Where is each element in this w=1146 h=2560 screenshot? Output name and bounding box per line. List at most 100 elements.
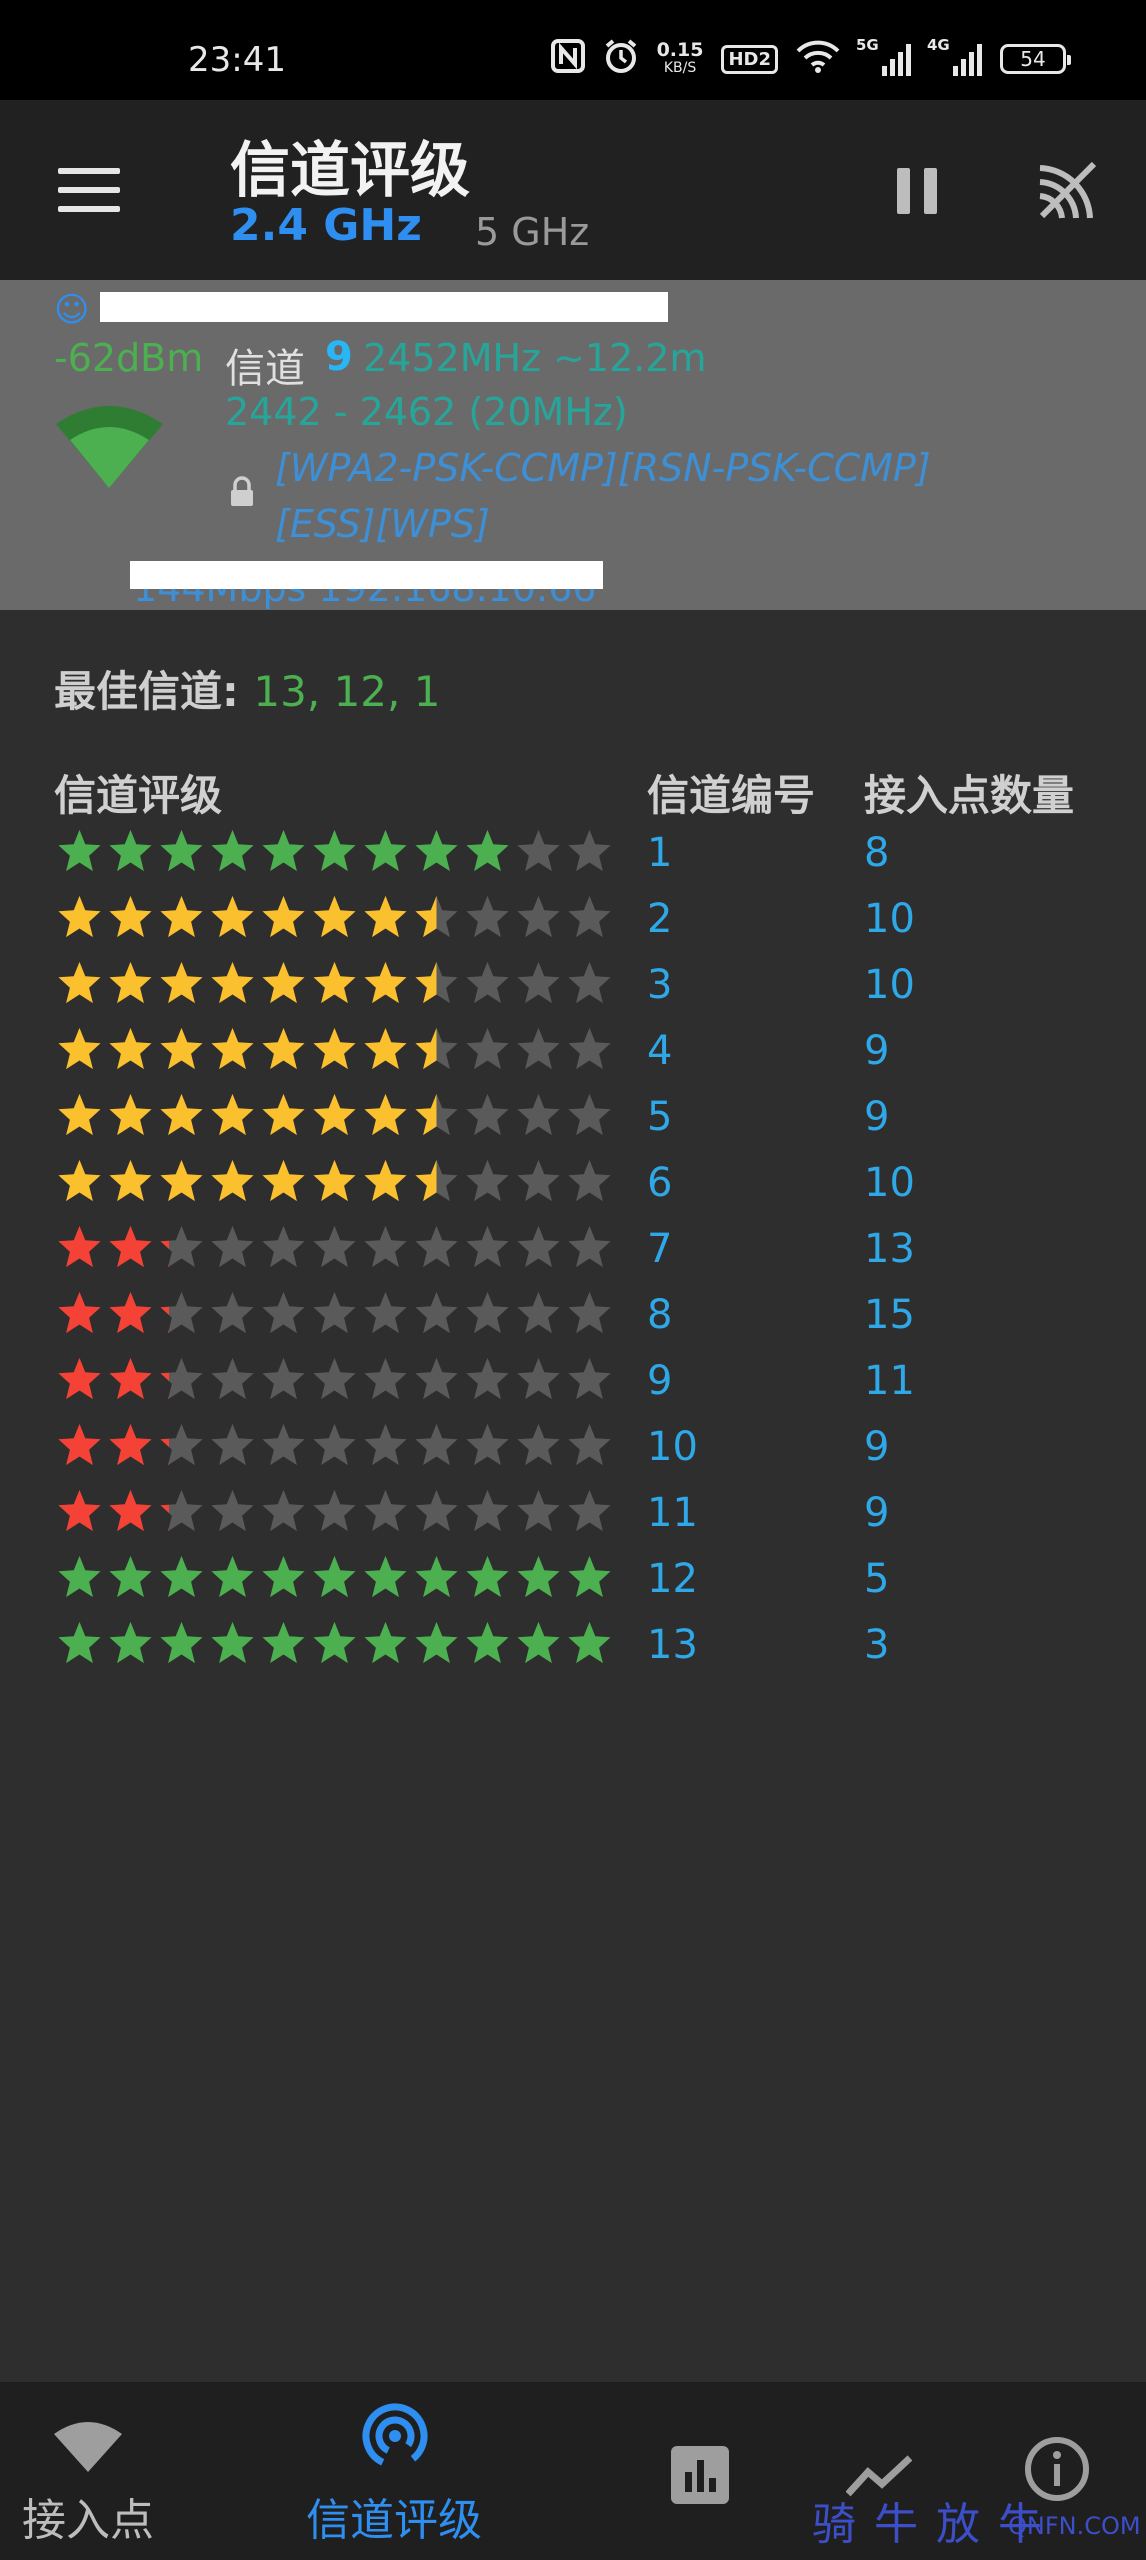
star-icon (466, 1291, 509, 1334)
connected-ap-panel[interactable]: ☺ -62dBm 信道 9 2452MHz ~12.2m 2442 - 2462… (0, 280, 1146, 610)
channel-row: 3 10 (0, 960, 1146, 1026)
star-icon (466, 1093, 509, 1136)
star-icon (262, 1027, 305, 1070)
cell-signal-4g-icon: 4G (927, 36, 982, 76)
star-icon (313, 1423, 356, 1466)
star-icon (58, 1489, 101, 1532)
star-icon (364, 1225, 407, 1268)
hd-badge: HD2 (721, 44, 778, 74)
star-icon (58, 1225, 101, 1268)
wifi-strength-icon (56, 406, 163, 488)
sig-4g-label: 4G (927, 36, 950, 54)
ap-count: 9 (864, 1424, 890, 1470)
best-channels-label: 最佳信道: (54, 667, 254, 716)
nav-channel-rating[interactable]: 信道评级 (290, 2382, 500, 2560)
star-icon (415, 961, 458, 1004)
sig-5g-label: 5G (856, 36, 879, 54)
star-icon (364, 1489, 407, 1532)
star-icon (211, 1159, 254, 1202)
channel-row: 13 3 (0, 1620, 1146, 1686)
star-icon (262, 829, 305, 872)
band-5ghz-tab[interactable]: 5 GHz (475, 210, 589, 254)
star-icon (415, 1357, 458, 1400)
status-time: 23:41 (188, 40, 286, 80)
channel-number: 10 (647, 1424, 698, 1470)
ap-count: 9 (864, 1028, 890, 1074)
alarm-icon (603, 38, 639, 80)
channel-number: 1 (647, 830, 673, 876)
nav-channel-graph[interactable] (640, 2382, 760, 2560)
channel-row: 6 10 (0, 1158, 1146, 1224)
star-icon (517, 895, 560, 938)
star-icon (466, 829, 509, 872)
star-icon (262, 895, 305, 938)
star-icon (466, 1423, 509, 1466)
star-icon (160, 961, 203, 1004)
nfc-icon (550, 39, 585, 79)
wifi-icon (54, 2422, 122, 2472)
star-icon (313, 1027, 356, 1070)
star-icon (58, 1423, 101, 1466)
status-bar: 23:41 0.15 KB/S HD2 5G 4G 54 (0, 0, 1146, 100)
pause-button[interactable] (897, 168, 937, 214)
star-icon (517, 1423, 560, 1466)
ap-frequency-range: 2442 - 2462 (20MHz) (225, 390, 628, 434)
star-icon (517, 961, 560, 1004)
star-icon (160, 895, 203, 938)
star-icon (109, 895, 152, 938)
star-rating (54, 1290, 615, 1336)
star-icon (568, 1093, 611, 1136)
star-icon (58, 961, 101, 1004)
star-icon (262, 1555, 305, 1598)
star-icon (568, 829, 611, 872)
star-icon (262, 1621, 305, 1664)
star-icon (517, 1093, 560, 1136)
channel-number: 7 (647, 1226, 673, 1272)
channel-row: 59 (0, 1092, 1146, 1158)
star-icon (58, 829, 101, 872)
star-rating (54, 1092, 615, 1138)
star-rating (54, 1422, 615, 1468)
star-rating (54, 894, 615, 940)
channel-row: 8 15 (0, 1290, 1146, 1356)
star-icon (109, 1621, 152, 1664)
star-icon (58, 1621, 101, 1664)
channel-row: 9 11 (0, 1356, 1146, 1422)
star-icon (466, 1027, 509, 1070)
net-speed-value: 0.15 (656, 39, 704, 61)
star-rating (54, 1224, 615, 1270)
scan-toggle-button[interactable] (1036, 158, 1100, 222)
star-icon (466, 1489, 509, 1532)
star-icon (364, 1423, 407, 1466)
star-icon (568, 1027, 611, 1070)
wifi-status-icon (796, 39, 840, 79)
menu-button[interactable] (58, 168, 120, 212)
star-icon (211, 1291, 254, 1334)
star-icon (568, 1621, 611, 1664)
nav-access-points-label: 接入点 (22, 2495, 154, 2546)
nav-access-points[interactable]: 接入点 (0, 2382, 180, 2560)
star-icon (517, 829, 560, 872)
star-icon (160, 1093, 203, 1136)
watermark-domain: QNFN.COM (1008, 2512, 1141, 2540)
star-icon (313, 1357, 356, 1400)
band-2-4ghz-tab[interactable]: 2.4 GHz (230, 200, 422, 251)
star-icon (211, 1489, 254, 1532)
star-icon (58, 1093, 101, 1136)
star-icon (364, 1621, 407, 1664)
star-icon (262, 1357, 305, 1400)
star-icon (415, 1225, 458, 1268)
star-icon (517, 1357, 560, 1400)
star-icon (109, 1489, 152, 1532)
channel-row: 49 (0, 1026, 1146, 1092)
star-icon (568, 961, 611, 1004)
ap-count: 10 (864, 962, 915, 1008)
star-icon (364, 1093, 407, 1136)
battery-icon: 54 (1000, 44, 1071, 74)
star-icon (160, 829, 203, 872)
channel-row: 10 9 (0, 1422, 1146, 1488)
star-icon (466, 1555, 509, 1598)
star-rating (54, 1026, 615, 1072)
channel-number: 13 (647, 1622, 698, 1668)
star-icon (313, 1159, 356, 1202)
